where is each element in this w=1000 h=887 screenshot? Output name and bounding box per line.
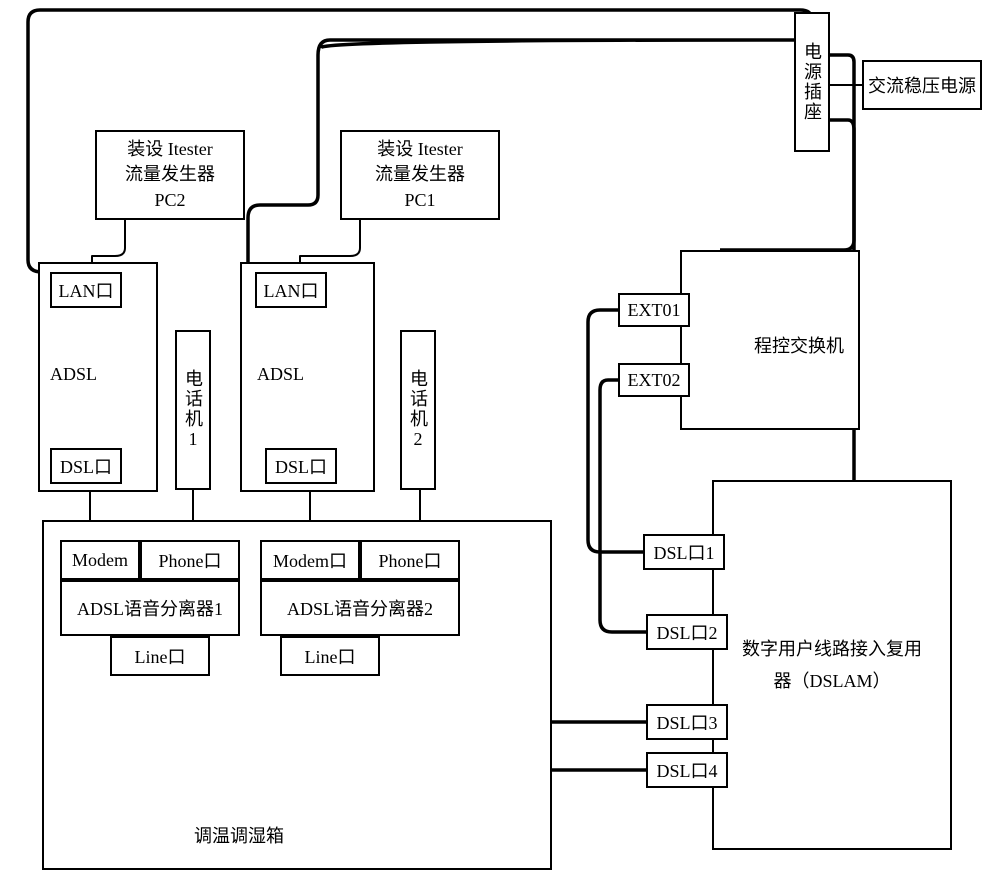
- dsl4-label: DSL口4: [656, 757, 717, 783]
- power-socket-label: 电源插座: [799, 42, 825, 122]
- dsl2-label: DSL口2: [656, 619, 717, 645]
- phone-1: 电话机1: [175, 330, 211, 490]
- phone-port-1-label: Phone口: [159, 547, 222, 573]
- ac-regulated-power: 交流稳压电源: [862, 60, 982, 110]
- dsl-port-num-1: DSL口1: [643, 534, 725, 570]
- splitter-2-label: ADSL语音分离器2: [287, 595, 433, 621]
- dslam-box: 数字用户线路接入复用器（DSLAM）: [712, 480, 952, 850]
- line-port-2-label: Line口: [305, 643, 356, 669]
- ext01-port: EXT01: [618, 293, 690, 327]
- lan-port-2: LAN口: [255, 272, 327, 308]
- phone-2-label: 电话机2: [405, 369, 431, 451]
- pbx-label: 程控交换机: [754, 332, 844, 358]
- phone-port-2: Phone口: [360, 540, 460, 580]
- splitter-1: ADSL语音分离器1: [60, 580, 240, 636]
- dsl1-label: DSL口1: [653, 539, 714, 565]
- pc1-box: 装设 Itester流量发生器PC1: [340, 130, 500, 220]
- splitter-2: ADSL语音分离器2: [260, 580, 460, 636]
- modem-port-2: Modem口: [260, 540, 360, 580]
- line-port-2: Line口: [280, 636, 380, 676]
- lan-port-1-label: LAN口: [59, 277, 114, 303]
- phone-port-1: Phone口: [140, 540, 240, 580]
- dsl-port-2-label: DSL口: [275, 453, 327, 479]
- dsl-port-num-2: DSL口2: [646, 614, 728, 650]
- line-port-1: Line口: [110, 636, 210, 676]
- pbx-box: 程控交换机: [680, 250, 860, 430]
- pc2-box: 装设 Itester流量发生器PC2: [95, 130, 245, 220]
- dsl-port-num-4: DSL口4: [646, 752, 728, 788]
- line-port-1-label: Line口: [135, 643, 186, 669]
- pc2-label: 装设 Itester流量发生器PC2: [121, 135, 219, 215]
- dsl-port-num-3: DSL口3: [646, 704, 728, 740]
- dsl-port-2: DSL口: [265, 448, 337, 484]
- adsl-label-2: ADSL: [257, 364, 304, 385]
- modem-port-1: Modem: [60, 540, 140, 580]
- ext01-label: EXT01: [628, 300, 681, 321]
- phone-2: 电话机2: [400, 330, 436, 490]
- splitter-1-label: ADSL语音分离器1: [77, 595, 223, 621]
- ext02-port: EXT02: [618, 363, 690, 397]
- dsl-port-1-label: DSL口: [60, 453, 112, 479]
- dsl-port-1: DSL口: [50, 448, 122, 484]
- pc1-label: 装设 Itester流量发生器PC1: [371, 135, 469, 215]
- phone-port-2-label: Phone口: [379, 547, 442, 573]
- adsl-label-1: ADSL: [50, 364, 97, 385]
- ac-power-label: 交流稳压电源: [864, 70, 980, 100]
- lan-port-2-label: LAN口: [264, 277, 319, 303]
- modem-port-1-label: Modem: [72, 550, 128, 571]
- dsl3-label: DSL口3: [656, 709, 717, 735]
- chamber-label: 调温调湿箱: [194, 822, 284, 848]
- power-socket: 电源插座: [794, 12, 830, 152]
- dslam-label: 数字用户线路接入复用器（DSLAM）: [714, 633, 950, 698]
- ext02-label: EXT02: [628, 370, 681, 391]
- phone-1-label: 电话机1: [180, 369, 206, 451]
- lan-port-1: LAN口: [50, 272, 122, 308]
- modem-port-2-label: Modem口: [273, 547, 347, 573]
